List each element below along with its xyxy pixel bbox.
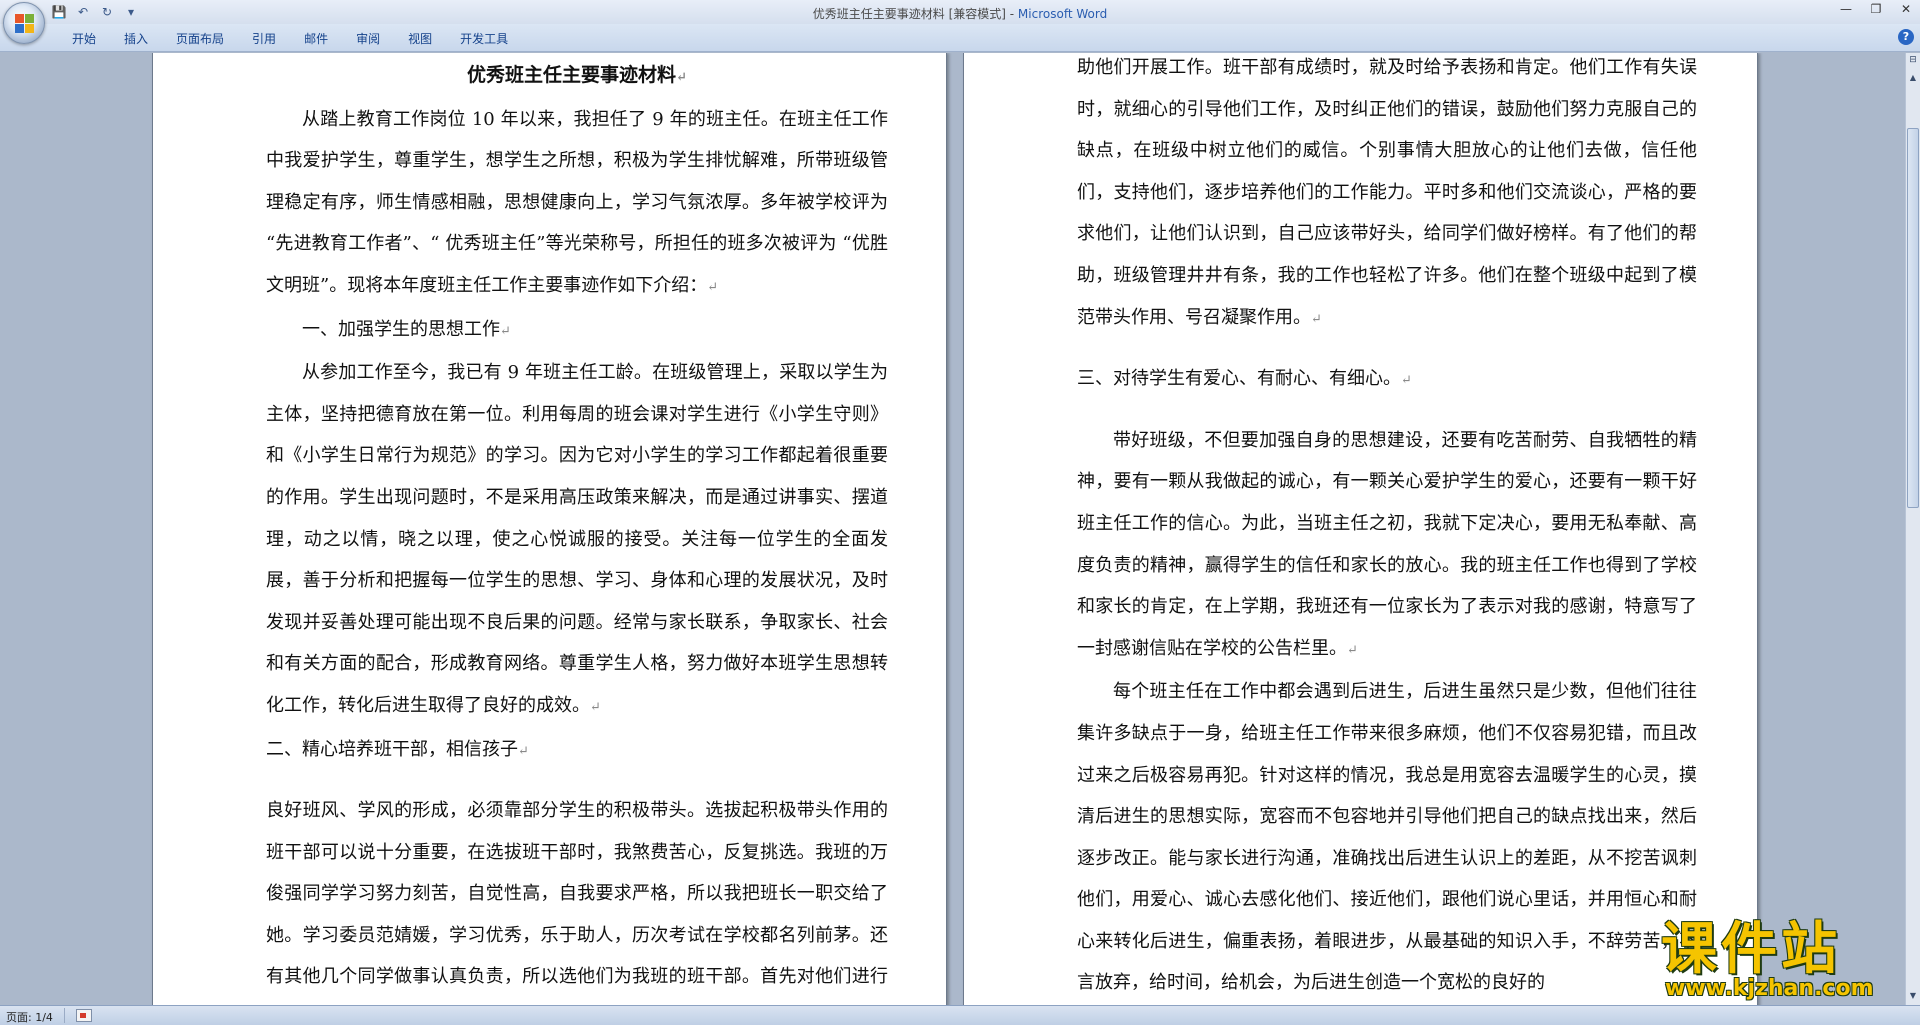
section-heading-text: 一、加强学生的思想工作	[302, 318, 500, 340]
office-button[interactable]	[3, 2, 45, 44]
vertical-scrollbar[interactable]: ⊟ ▲ ▼	[1905, 53, 1920, 1005]
paragraph-text: 从踏上教育工作岗位 10 年以来，我担任了 9 年的班主任。在班主任工作中我爱护…	[266, 108, 888, 296]
section-heading: 二、精心培养班干部，相信孩子↵	[266, 729, 888, 773]
document-page-2[interactable]: 助他们开展工作。班干部有成绩时，就及时给予表扬和肯定。他们工作有失误时，就细心的…	[963, 53, 1758, 1005]
paragraph: 良好班风、学风的形成，必须靠部分学生的积极带头。选拔起积极带头作用的班干部可以说…	[266, 790, 888, 1005]
status-divider	[64, 1008, 65, 1023]
paragraph-text: 从参加工作至今，我已有 9 年班主任工龄。在班级管理上，采取以学生为主体，坚持把…	[266, 362, 888, 716]
paragraph-text: 良好班风、学风的形成，必须靠部分学生的积极带头。选拔起积极带头作用的班干部可以说…	[266, 800, 888, 988]
scroll-up-icon[interactable]: ▲	[1906, 71, 1920, 85]
paragraph: 从踏上教育工作岗位 10 年以来，我担任了 9 年的班主任。在班主任工作中我爱护…	[266, 99, 888, 309]
macro-record-icon[interactable]	[76, 1009, 92, 1022]
title-bar: 💾 ↶ ↻ ▾ 优秀班主任主要事迹材料 [兼容模式] - Microsoft W…	[0, 0, 1920, 44]
close-button[interactable]: ✕	[1898, 2, 1914, 16]
paragraph-mark-icon: ↵	[500, 323, 511, 339]
document-work-area[interactable]: 优秀班主任主要事迹材料↵ 从踏上教育工作岗位 10 年以来，我担任了 9 年的班…	[0, 53, 1905, 1005]
document-page-1[interactable]: 优秀班主任主要事迹材料↵ 从踏上教育工作岗位 10 年以来，我担任了 9 年的班…	[152, 53, 947, 1005]
window-controls: — ❐ ✕	[1838, 2, 1914, 16]
status-bar: 页面: 1/4	[0, 1005, 1920, 1025]
window-title: 优秀班主任主要事迹材料 [兼容模式] - Microsoft Word	[0, 5, 1920, 22]
paragraph: 助他们开展工作。班干部有成绩时，就及时给予表扬和肯定。他们工作有失误时，就细心的…	[1077, 53, 1697, 340]
tab-mailings[interactable]: 邮件	[290, 30, 342, 48]
watermark-logo-text: 课件站	[1661, 917, 1841, 982]
paragraph-mark-icon: ↵	[1311, 311, 1322, 327]
site-watermark: 课件站 www.kjzhan.com	[1661, 922, 1896, 1002]
page-count-status[interactable]: 页面: 1/4	[6, 1009, 53, 1025]
ribbon-tabs: 开始 插入 页面布局 引用 邮件 审阅 视图 开发工具	[58, 30, 522, 48]
section-heading-text: 三、对待学生有爱心、有耐心、有细心。	[1077, 368, 1401, 390]
maximize-button[interactable]: ❐	[1868, 2, 1884, 16]
watermark-url: www.kjzhan.com	[1665, 976, 1874, 1001]
app-name: Microsoft Word	[1017, 7, 1108, 21]
help-icon[interactable]: ?	[1898, 29, 1914, 45]
section-heading: 三、对待学生有爱心、有耐心、有细心。↵	[1077, 358, 1697, 402]
paragraph-text: 带好班级，不但要加强自身的思想建设，还要有吃苦耐劳、自我牺牲的精神，要有一颗从我…	[1077, 429, 1697, 659]
paragraph-mark-icon: ↵	[1401, 373, 1412, 389]
tab-view[interactable]: 视图	[394, 30, 446, 48]
tab-home[interactable]: 开始	[58, 30, 110, 48]
paragraph-mark-icon: ↵	[676, 70, 687, 85]
document-heading: 优秀班主任主要事迹材料↵	[266, 55, 888, 99]
paragraph: 从参加工作至今，我已有 9 年班主任工龄。在班级管理上，采取以学生为主体，坚持把…	[266, 352, 888, 728]
paragraph-mark-icon: ↵	[707, 279, 719, 295]
view-ruler-icon[interactable]: ⊟	[1907, 55, 1919, 69]
section-heading: 一、加强学生的思想工作↵	[266, 309, 888, 353]
minimize-button[interactable]: —	[1838, 2, 1854, 16]
scroll-thumb[interactable]	[1907, 128, 1919, 508]
paragraph: 带好班级，不但要加强自身的思想建设，还要有吃苦耐劳、自我牺牲的精神，要有一颗从我…	[1077, 420, 1697, 672]
document-title: 优秀班主任主要事迹材料 [兼容模式] -	[812, 7, 1018, 21]
paragraph-text: 助他们开展工作。班干部有成绩时，就及时给予表扬和肯定。他们工作有失误时，就细心的…	[1077, 57, 1697, 328]
ribbon: 开始 插入 页面布局 引用 邮件 审阅 视图 开发工具 ?	[0, 24, 1920, 52]
document-heading-text: 优秀班主任主要事迹材料	[467, 64, 677, 86]
tab-page-layout[interactable]: 页面布局	[162, 30, 238, 48]
office-logo-icon	[15, 14, 35, 34]
page1-text[interactable]: 优秀班主任主要事迹材料↵ 从踏上教育工作岗位 10 年以来，我担任了 9 年的班…	[266, 55, 888, 1005]
paragraph-mark-icon: ↵	[518, 743, 529, 759]
page2-text[interactable]: 助他们开展工作。班干部有成绩时，就及时给予表扬和肯定。他们工作有失误时，就细心的…	[1077, 53, 1697, 1004]
tab-review[interactable]: 审阅	[342, 30, 394, 48]
section-heading-text: 二、精心培养班干部，相信孩子	[266, 738, 518, 760]
paragraph-mark-icon: ↵	[1347, 642, 1358, 658]
tab-insert[interactable]: 插入	[110, 30, 162, 48]
paragraph-mark-icon: ↵	[590, 699, 601, 715]
scroll-down-icon[interactable]: ▼	[1906, 989, 1920, 1003]
tab-references[interactable]: 引用	[238, 30, 290, 48]
tab-developer[interactable]: 开发工具	[446, 30, 522, 48]
paragraph: 每个班主任在工作中都会遇到后进生，后进生虽然只是少数，但他们往往集许多缺点于一身…	[1077, 671, 1697, 1004]
paragraph-text: 每个班主任在工作中都会遇到后进生，后进生虽然只是少数，但他们往往集许多缺点于一身…	[1077, 681, 1697, 994]
